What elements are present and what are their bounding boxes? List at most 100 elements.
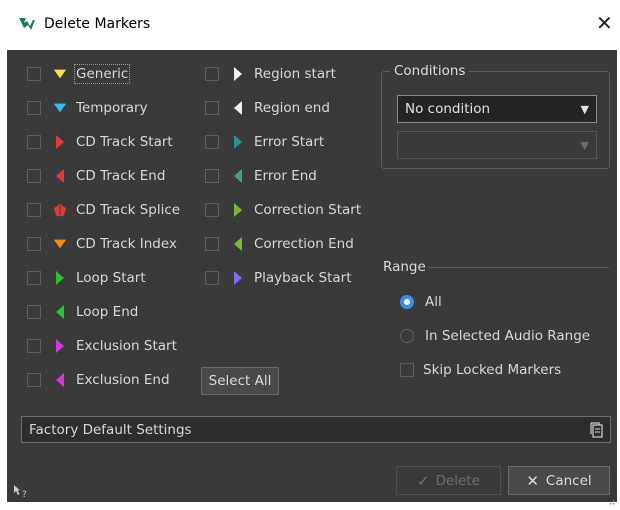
marker-option[interactable]: Exclusion End — [27, 369, 170, 391]
error-end-icon — [231, 168, 245, 184]
marker-checkbox[interactable] — [27, 271, 41, 285]
window-title: Delete Markers — [44, 16, 151, 32]
preset-value: Factory Default Settings — [29, 421, 192, 438]
marker-option[interactable]: Loop Start — [27, 267, 146, 289]
marker-label: Correction End — [254, 236, 354, 252]
region-end-icon — [231, 100, 245, 116]
check-icon: ✓ — [417, 471, 430, 490]
marker-option[interactable]: Error End — [205, 165, 317, 187]
marker-label: CD Track End — [76, 168, 166, 184]
range-option-all[interactable]: All — [400, 291, 442, 313]
preset-field[interactable]: Factory Default Settings — [21, 416, 611, 443]
marker-checkbox[interactable] — [205, 169, 219, 183]
marker-checkbox[interactable] — [27, 373, 41, 387]
svg-text:?: ? — [22, 490, 27, 499]
marker-label: Correction Start — [254, 202, 362, 218]
marker-checkbox[interactable] — [27, 135, 41, 149]
marker-label: Exclusion Start — [76, 338, 177, 354]
close-button[interactable]: ✕ — [596, 11, 613, 35]
marker-label: Error Start — [254, 134, 325, 150]
marker-checkbox[interactable] — [205, 101, 219, 115]
marker-label: Generic — [73, 64, 131, 84]
marker-checkbox[interactable] — [27, 237, 41, 251]
range-divider — [428, 267, 609, 268]
exclusion-end-icon — [53, 372, 67, 388]
help-pointer-icon[interactable]: ? — [12, 483, 30, 503]
cd-track-index-icon — [53, 236, 67, 252]
marker-option[interactable]: Region start — [205, 63, 336, 85]
radio-all[interactable] — [400, 295, 414, 309]
marker-label: Region end — [254, 100, 330, 116]
range-title: Range — [379, 259, 430, 275]
cd-track-start-icon — [53, 134, 67, 150]
range-option-selected-audio[interactable]: In Selected Audio Range — [400, 325, 590, 347]
marker-label: Region start — [254, 66, 336, 82]
playback-start-icon — [231, 270, 245, 286]
cancel-button-label: Cancel — [545, 472, 592, 489]
chevron-down-icon: ▼ — [580, 138, 589, 152]
marker-label: Temporary — [76, 100, 148, 116]
cd-track-splice-icon — [53, 202, 67, 218]
marker-checkbox[interactable] — [27, 203, 41, 217]
range-option-label: In Selected Audio Range — [425, 328, 591, 344]
marker-label: Playback Start — [254, 270, 352, 286]
correction-end-icon — [231, 236, 245, 252]
marker-option[interactable]: Temporary — [27, 97, 148, 119]
condition-dropdown[interactable]: No condition ▼ — [397, 95, 597, 123]
loop-start-icon — [53, 270, 67, 286]
error-start-icon — [231, 134, 245, 150]
marker-label: CD Track Splice — [76, 202, 181, 218]
marker-option[interactable]: Error Start — [205, 131, 324, 153]
cancel-x-icon: ✕ — [526, 471, 539, 490]
cd-track-end-icon — [53, 168, 67, 184]
marker-label: CD Track Start — [76, 134, 173, 150]
delete-button[interactable]: ✓ Delete — [396, 466, 501, 495]
marker-checkbox[interactable] — [27, 67, 41, 81]
marker-label: Error End — [254, 168, 317, 184]
cancel-button[interactable]: ✕ Cancel — [508, 466, 610, 495]
resize-grip-icon[interactable] — [607, 491, 615, 510]
preset-menu-icon[interactable] — [590, 421, 604, 438]
delete-button-label: Delete — [435, 472, 480, 489]
marker-label: Exclusion End — [76, 372, 170, 388]
marker-option[interactable]: Loop End — [27, 301, 138, 323]
marker-option[interactable]: Region end — [205, 97, 330, 119]
generic-marker-icon — [53, 66, 67, 82]
condition-secondary-dropdown: ▼ — [397, 131, 597, 159]
temporary-marker-icon — [53, 100, 67, 116]
marker-option[interactable]: CD Track End — [27, 165, 165, 187]
condition-dropdown-value: No condition — [405, 101, 491, 117]
title-bar: Delete Markers ✕ — [0, 0, 620, 50]
marker-checkbox[interactable] — [27, 101, 41, 115]
marker-option[interactable]: Playback Start — [205, 267, 352, 289]
marker-label: CD Track Index — [76, 236, 177, 252]
skip-locked-markers-checkbox[interactable] — [400, 363, 414, 377]
range-option-label: All — [425, 294, 442, 310]
exclusion-start-icon — [53, 338, 67, 354]
marker-checkbox[interactable] — [205, 237, 219, 251]
region-start-icon — [231, 66, 245, 82]
skip-locked-markers-label: Skip Locked Markers — [423, 362, 562, 378]
select-all-button[interactable]: Select All — [201, 367, 279, 395]
marker-option[interactable]: Exclusion Start — [27, 335, 177, 357]
marker-option[interactable]: CD Track Splice — [27, 199, 180, 221]
skip-locked-markers-option[interactable]: Skip Locked Markers — [400, 359, 561, 381]
marker-option[interactable]: CD Track Index — [27, 233, 177, 255]
marker-checkbox[interactable] — [205, 203, 219, 217]
marker-option[interactable]: CD Track Start — [27, 131, 173, 153]
marker-checkbox[interactable] — [205, 271, 219, 285]
marker-checkbox[interactable] — [27, 339, 41, 353]
radio-selected-audio-range[interactable] — [400, 329, 414, 343]
marker-option[interactable]: Correction End — [205, 233, 354, 255]
loop-end-icon — [53, 304, 67, 320]
conditions-title: Conditions — [390, 63, 470, 79]
chevron-down-icon: ▼ — [580, 102, 589, 116]
marker-option[interactable]: Correction Start — [205, 199, 361, 221]
marker-label: Loop Start — [76, 270, 146, 286]
app-logo-icon — [18, 16, 36, 36]
marker-checkbox[interactable] — [205, 67, 219, 81]
marker-checkbox[interactable] — [27, 305, 41, 319]
marker-checkbox[interactable] — [205, 135, 219, 149]
marker-option[interactable]: Generic — [27, 63, 131, 85]
marker-checkbox[interactable] — [27, 169, 41, 183]
